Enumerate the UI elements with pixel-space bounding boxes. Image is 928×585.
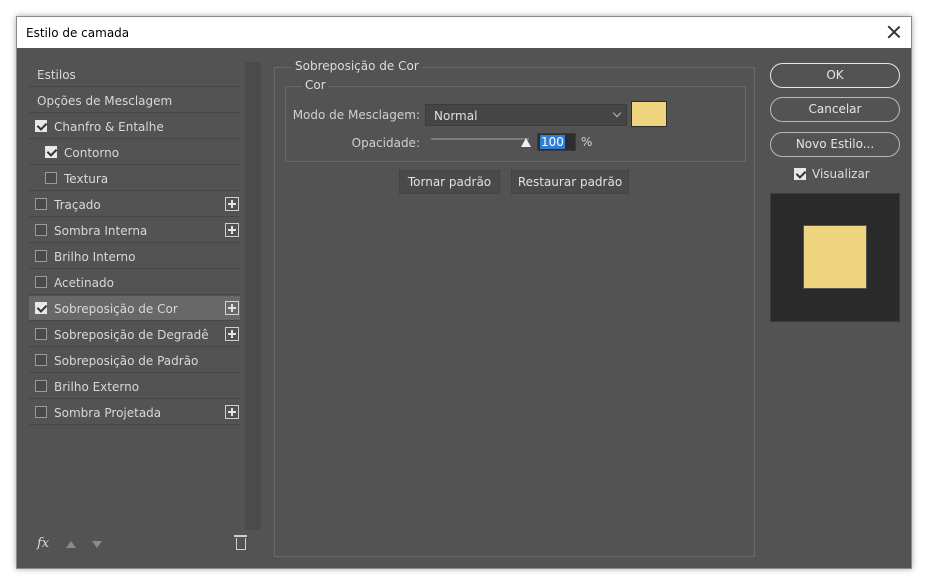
sidebar-item-6[interactable]: Sombra Interna [29,218,240,243]
style-preview [770,193,900,322]
blend-mode-value: Normal [434,109,478,123]
title-bar: Estilo de camada [17,17,911,48]
ok-button[interactable]: OK [770,63,900,88]
add-effect-icon[interactable] [225,301,239,315]
sidebar-item-label: Textura [64,172,109,186]
styles-list: Estilos Opções de Mesclagem Chanfro & Enta… [29,62,257,530]
sidebar-item-5[interactable]: Traçado [29,192,240,217]
sidebar-item-13[interactable]: Sombra Projetada [29,400,240,425]
sidebar-item-label: Sobreposição de Degradê [54,328,209,342]
sidebar-item-label: Chanfro & Entalhe [54,120,164,134]
add-effect-icon[interactable] [225,197,239,211]
blend-mode-label: Modo de Mesclagem: [292,108,420,122]
move-up-icon[interactable] [66,541,76,548]
sidebar-item-checkbox[interactable] [35,198,47,210]
sidebar-item-9[interactable]: Sobreposição de Cor [29,296,240,321]
opacity-value: 100 [540,135,565,149]
sidebar-item-1[interactable]: Opções de Mesclagem [29,88,240,113]
sidebar-item-checkbox[interactable] [35,302,47,314]
sidebar-item-checkbox[interactable] [35,224,47,236]
sidebar-item-checkbox[interactable] [45,146,57,158]
sidebar-item-checkbox[interactable] [35,120,47,132]
sidebar-item-label: Sobreposição de Cor [54,302,178,316]
sidebar-item-label: Brilho Externo [54,380,140,394]
sidebar-item-2[interactable]: Chanfro & Entalhe [29,114,240,139]
sidebar-item-checkbox[interactable] [35,406,47,418]
sidebar-item-10[interactable]: Sobreposição de Degradê [29,322,240,347]
sidebar-item-label: Acetinado [54,276,114,290]
styles-toolbar: fx [29,530,257,558]
sidebar-item-12[interactable]: Brilho Externo [29,374,240,399]
preview-label: Visualizar [812,167,870,181]
sidebar-item-checkbox[interactable] [35,354,47,366]
opacity-input[interactable]: 100 [537,133,576,151]
chevron-down-icon [612,108,622,118]
sidebar-item-label: Brilho Interno [54,250,136,264]
make-default-button[interactable]: Tornar padrão [399,170,500,194]
sidebar-item-label: Estilos [37,68,76,82]
cancel-button[interactable]: Cancelar [770,97,900,122]
fx-icon[interactable]: fx [37,536,49,551]
sidebar-item-0[interactable]: Estilos [29,62,240,87]
reset-default-button[interactable]: Restaurar padrão [511,170,629,194]
sidebar-item-3[interactable]: Contorno [29,140,240,165]
preview-swatch [803,225,867,289]
layer-style-dialog: Estilo de camada Estilos Opções de Mescla… [16,16,912,569]
sidebar-item-label: Sombra Interna [54,224,148,238]
group-title: Cor [302,78,329,92]
add-effect-icon[interactable] [225,405,239,419]
sidebar-item-label: Opções de Mesclagem [37,94,173,108]
move-down-icon[interactable] [92,541,102,548]
sidebar-item-checkbox[interactable] [45,172,57,184]
opacity-label: Opacidade: [351,136,420,150]
sidebar-item-8[interactable]: Acetinado [29,270,240,295]
overlay-color-swatch[interactable] [631,101,667,127]
sidebar-item-checkbox[interactable] [35,276,47,288]
add-effect-icon[interactable] [225,223,239,237]
blend-mode-select[interactable]: Normal [425,104,627,126]
sidebar-item-label: Traçado [54,198,101,212]
sidebar-item-checkbox[interactable] [35,328,47,340]
new-style-button[interactable]: Novo Estilo... [770,132,900,157]
sidebar-item-11[interactable]: Sobreposição de Padrão [29,348,240,373]
opacity-unit: % [581,135,593,149]
preview-checkbox[interactable] [794,168,806,180]
opacity-slider[interactable] [431,138,529,140]
sidebar-item-label: Contorno [64,146,120,160]
sidebar-item-checkbox[interactable] [35,250,47,262]
section-title: Sobreposição de Cor [292,59,422,73]
window-title: Estilo de camada [26,26,130,40]
sidebar-item-label: Sobreposição de Padrão [54,354,199,368]
sidebar-item-checkbox[interactable] [35,380,47,392]
sidebar-item-label: Sombra Projetada [54,406,162,420]
close-icon[interactable] [885,23,903,41]
trash-icon[interactable] [234,535,247,550]
styles-list-scrollbar[interactable] [245,62,261,530]
add-effect-icon[interactable] [225,327,239,341]
sidebar-item-4[interactable]: Textura [29,166,240,191]
sidebar-item-7[interactable]: Brilho Interno [29,244,240,269]
